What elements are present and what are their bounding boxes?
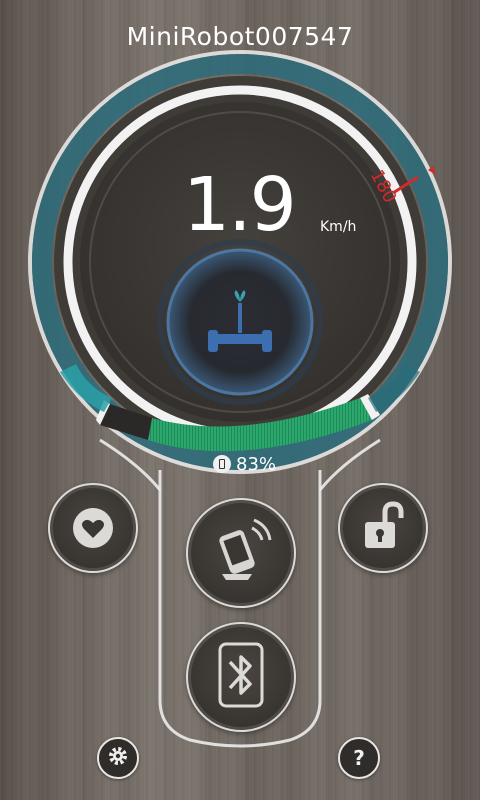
unlock-icon: [361, 500, 405, 556]
settings-button[interactable]: [97, 737, 139, 779]
help-icon: ?: [353, 746, 365, 770]
favorite-button[interactable]: [48, 483, 138, 573]
gear-icon: [107, 745, 129, 771]
remote-control-button[interactable]: [186, 498, 296, 608]
bluetooth-icon: [218, 642, 264, 712]
speed-unit: Km/h: [320, 219, 357, 235]
phone-remote-icon: [206, 516, 276, 590]
speed-value: 1.9: [183, 162, 297, 248]
bluetooth-button[interactable]: [186, 622, 296, 732]
help-button[interactable]: ?: [338, 737, 380, 779]
battery-percent: 83%: [236, 454, 277, 475]
heart-icon: [73, 508, 113, 548]
lock-button[interactable]: [338, 483, 428, 573]
battery-icon: [213, 455, 231, 473]
